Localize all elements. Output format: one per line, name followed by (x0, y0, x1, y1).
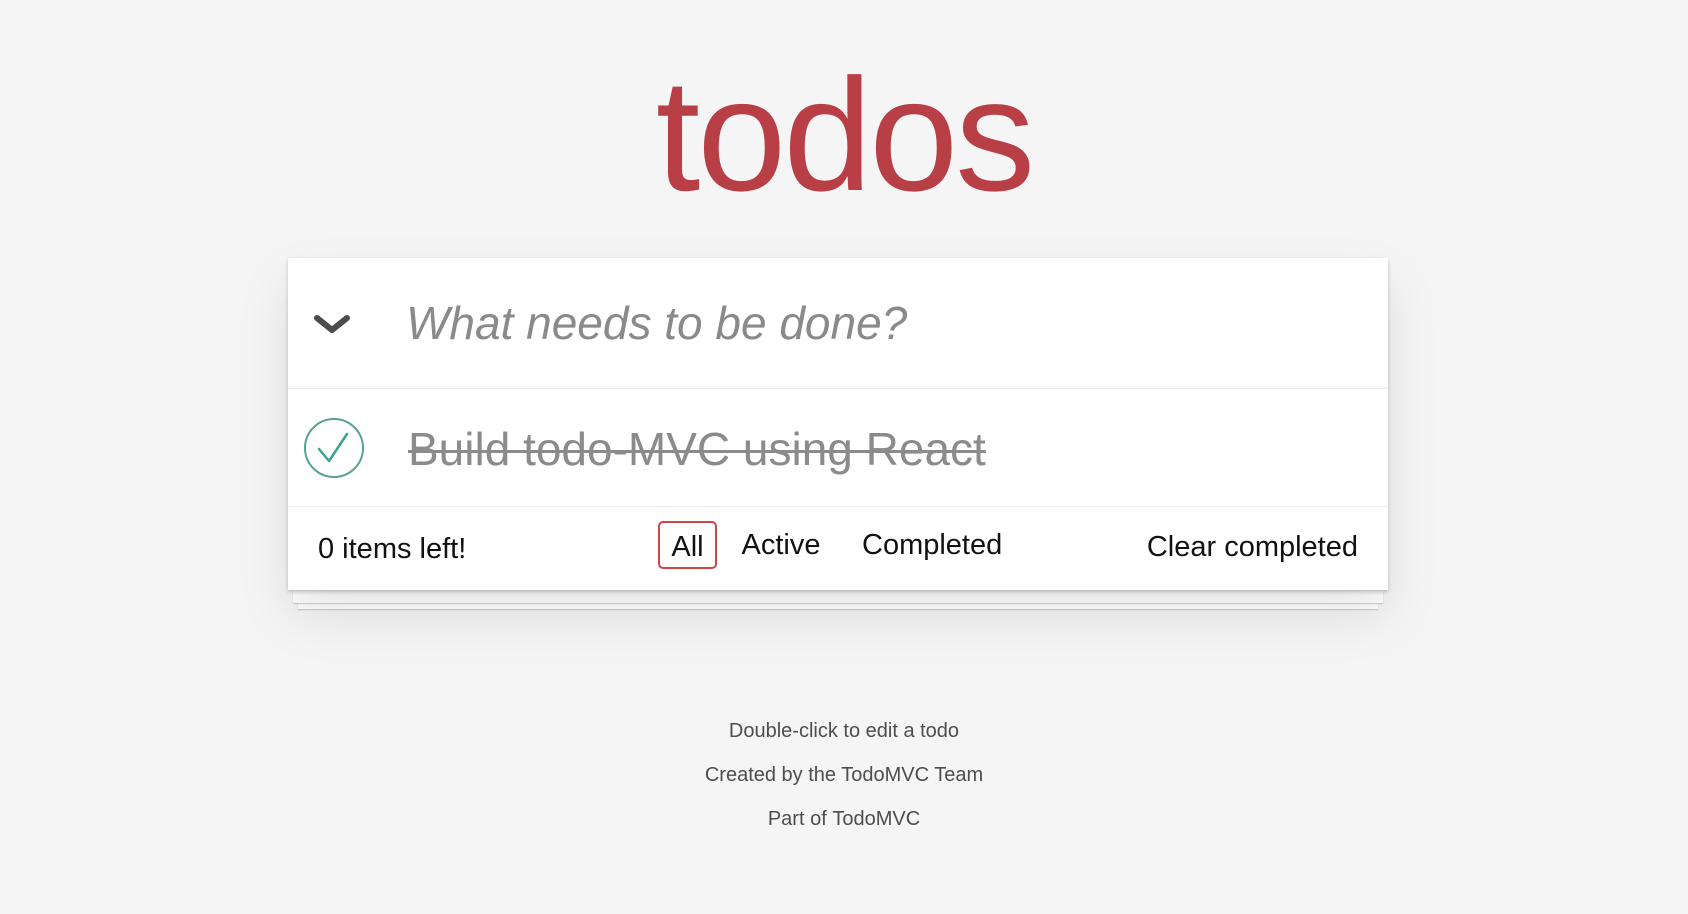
edit-hint: Double-click to edit a todo (728, 720, 960, 742)
filter-active-link[interactable]: Active (741, 521, 821, 569)
todomvc-link[interactable]: TodoMVC (832, 808, 920, 830)
toggle-all-button[interactable] (310, 308, 354, 342)
todo-title[interactable]: Build todo-MVC using React (408, 419, 986, 479)
todo-footer: 0 items left! All Active Completed Clear… (288, 507, 1388, 590)
chevron-down-icon (314, 315, 350, 333)
part-of-text: Part of TodoMVC (0, 800, 1688, 844)
todo-item[interactable]: Build todo-MVC using React (288, 389, 1388, 507)
credit-text: Created by the TodoMVC Team (704, 764, 984, 786)
todo-toggle-checkbox[interactable] (303, 417, 365, 479)
clear-completed-button[interactable]: Clear completed (1147, 529, 1358, 565)
new-todo-input[interactable] (406, 280, 1346, 366)
filter-all-link[interactable]: All (658, 521, 717, 569)
filter-completed-link[interactable]: Completed (862, 521, 1002, 569)
stack-shadow-layer (293, 591, 1383, 603)
info-footer: Double-click to edit a todo Created by t… (0, 712, 1688, 844)
checkmark-circle-icon (304, 418, 364, 478)
part-of-prefix: Part of (767, 808, 833, 830)
todo-app-panel: Build todo-MVC using React 0 items left!… (288, 258, 1388, 590)
app-title: todos (655, 45, 1035, 224)
new-todo-row (288, 258, 1388, 389)
